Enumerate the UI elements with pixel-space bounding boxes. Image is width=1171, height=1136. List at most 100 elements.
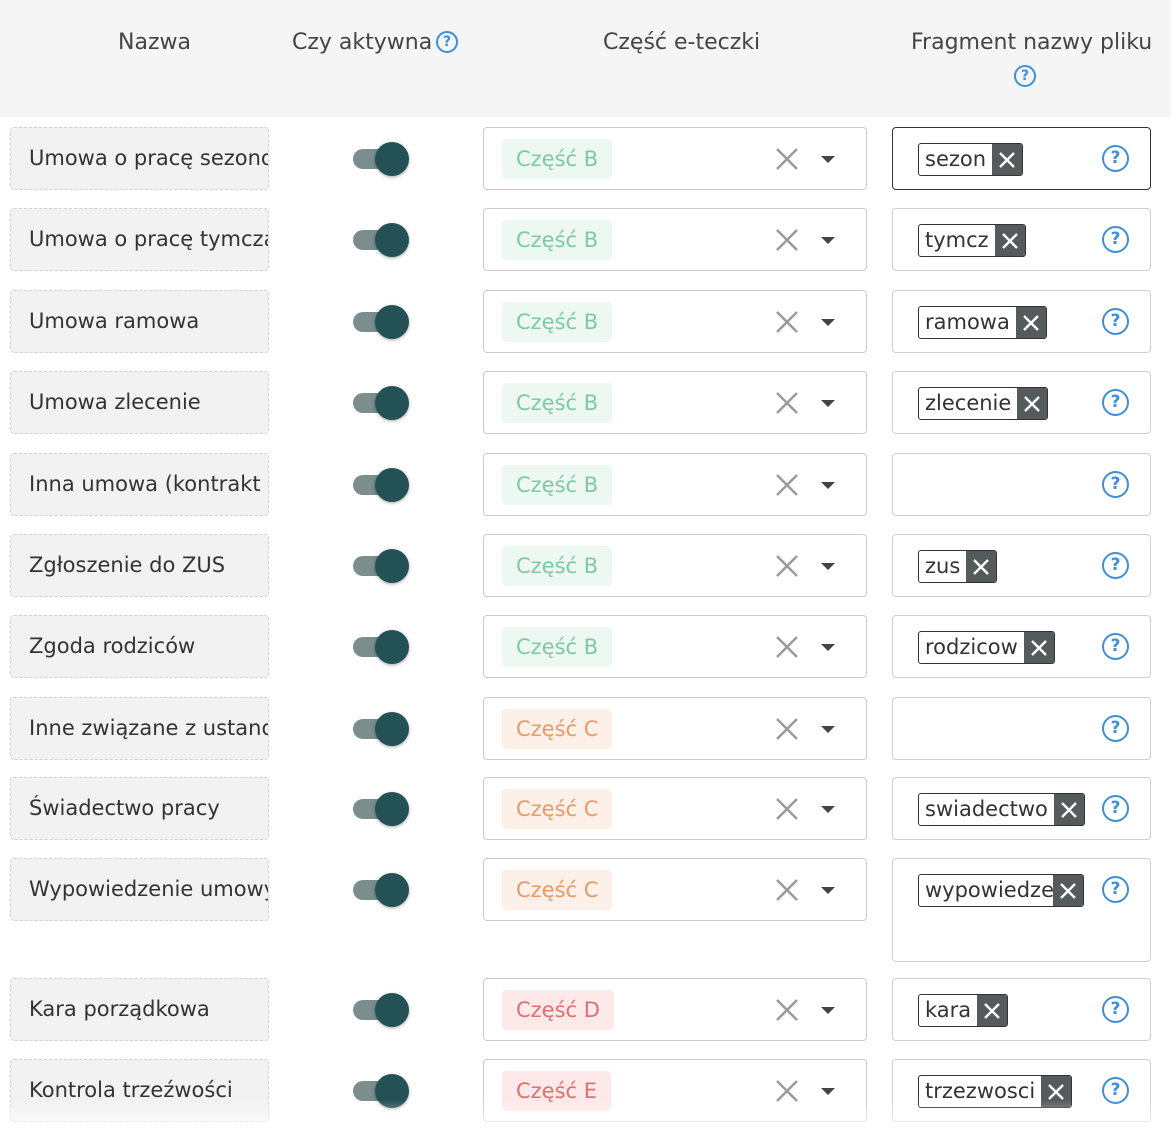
fragment-help-icon[interactable]: ? (1102, 876, 1129, 903)
chevron-down-icon[interactable] (821, 644, 835, 651)
clear-selection-icon[interactable] (774, 877, 800, 903)
part-select[interactable]: Część B (483, 615, 867, 678)
filename-fragment-input[interactable]: wypowiedzenie ? (892, 858, 1151, 962)
document-name-field[interactable]: Świadectwo pracy (10, 777, 269, 840)
clear-selection-icon[interactable] (774, 146, 800, 172)
active-toggle[interactable] (353, 386, 409, 420)
remove-tag-icon[interactable] (1053, 794, 1084, 825)
active-toggle[interactable] (353, 712, 409, 746)
chevron-down-icon[interactable] (821, 887, 835, 894)
filename-tag: rodzicow (918, 631, 1055, 664)
document-name-field[interactable]: Inna umowa (kontrakt (10, 453, 269, 516)
filename-fragment-input[interactable]: tymcz ? (892, 208, 1151, 271)
toggle-knob (375, 305, 409, 339)
filename-fragment-input[interactable]: zlecenie ? (892, 371, 1151, 434)
document-name-field[interactable]: Inne związane z ustanowieniem (10, 697, 269, 760)
chevron-down-icon[interactable] (821, 806, 835, 813)
part-select[interactable]: Część D (483, 978, 867, 1041)
fragment-help-icon[interactable]: ? (1102, 471, 1129, 498)
chevron-down-icon[interactable] (821, 319, 835, 326)
fragment-help-icon[interactable]: ? (1102, 226, 1129, 253)
active-toggle[interactable] (353, 223, 409, 257)
clear-selection-icon[interactable] (774, 796, 800, 822)
part-chip: Część B (502, 220, 613, 260)
tag-label: zlecenie (925, 391, 1012, 415)
remove-tag-icon[interactable] (994, 225, 1025, 256)
filename-fragment-input[interactable]: sezon ? (892, 127, 1151, 190)
part-select[interactable]: Część B (483, 453, 867, 516)
document-name-field[interactable]: Kara porządkowa (10, 978, 269, 1041)
chevron-down-icon[interactable] (821, 563, 835, 570)
chevron-down-icon[interactable] (821, 237, 835, 244)
part-select[interactable]: Część C (483, 858, 867, 921)
clear-selection-icon[interactable] (774, 716, 800, 742)
filename-fragment-input[interactable]: rodzicow ? (892, 615, 1151, 678)
filename-fragment-input[interactable]: kara ? (892, 978, 1151, 1041)
fragment-help-icon[interactable]: ? (1102, 795, 1129, 822)
chevron-down-icon[interactable] (821, 1007, 835, 1014)
active-toggle[interactable] (353, 142, 409, 176)
chevron-down-icon[interactable] (821, 400, 835, 407)
toggle-knob (375, 142, 409, 176)
document-name-field[interactable]: Zgłoszenie do ZUS (10, 534, 269, 597)
active-toggle[interactable] (353, 792, 409, 826)
toggle-knob (375, 792, 409, 826)
filename-fragment-input[interactable]: ? (892, 697, 1151, 760)
document-name-field[interactable]: Zgoda rodziców (10, 615, 269, 678)
active-toggle[interactable] (353, 549, 409, 583)
filename-fragment-input[interactable]: zus ? (892, 534, 1151, 597)
clear-selection-icon[interactable] (774, 997, 800, 1023)
part-select[interactable]: Część B (483, 371, 867, 434)
document-name-field[interactable]: Umowa o pracę sezonowa (10, 127, 269, 190)
fragment-help-icon[interactable]: ? (1102, 552, 1129, 579)
fragment-help-icon[interactable]: ? (1014, 65, 1036, 87)
active-toggle[interactable] (353, 468, 409, 502)
clear-selection-icon[interactable] (774, 227, 800, 253)
remove-tag-icon[interactable] (992, 144, 1023, 175)
filename-fragment-input[interactable]: swiadectwo ? (892, 777, 1151, 840)
fragment-help-icon[interactable]: ? (1102, 389, 1129, 416)
part-chip: Część B (502, 627, 613, 667)
clear-selection-icon[interactable] (774, 472, 800, 498)
part-select[interactable]: Część B (483, 208, 867, 271)
fragment-help-icon[interactable]: ? (1102, 633, 1129, 660)
remove-tag-icon[interactable] (1053, 875, 1083, 906)
column-header-fragment: Fragment nazwy pliku (911, 30, 1153, 55)
fragment-help-icon[interactable]: ? (1102, 145, 1129, 172)
document-name-field[interactable]: Wypowiedzenie umowy (10, 858, 269, 921)
document-name-field[interactable]: Umowa zlecenie (10, 371, 269, 434)
part-chip: Część D (502, 990, 614, 1030)
filename-fragment-input[interactable]: ramowa ? (892, 290, 1151, 353)
part-select[interactable]: Część B (483, 534, 867, 597)
part-select[interactable]: Część B (483, 290, 867, 353)
toggle-knob (375, 223, 409, 257)
part-select[interactable]: Część C (483, 697, 867, 760)
fragment-help-icon[interactable]: ? (1102, 996, 1129, 1023)
remove-tag-icon[interactable] (1017, 388, 1048, 419)
remove-tag-icon[interactable] (977, 995, 1008, 1026)
chevron-down-icon[interactable] (821, 156, 835, 163)
chevron-down-icon[interactable] (821, 726, 835, 733)
fragment-help-icon[interactable]: ? (1102, 715, 1129, 742)
document-name-field[interactable]: Umowa o pracę tymczasowa (10, 208, 269, 271)
active-toggle[interactable] (353, 630, 409, 664)
active-toggle[interactable] (353, 993, 409, 1027)
fragment-help-icon[interactable]: ? (1102, 308, 1129, 335)
clear-selection-icon[interactable] (774, 553, 800, 579)
chevron-down-icon[interactable] (821, 482, 835, 489)
remove-tag-icon[interactable] (1023, 632, 1054, 663)
active-toggle[interactable] (353, 305, 409, 339)
filename-fragment-input[interactable]: ? (892, 453, 1151, 516)
clear-selection-icon[interactable] (774, 390, 800, 416)
clear-selection-icon[interactable] (774, 309, 800, 335)
active-help-icon[interactable]: ? (436, 31, 458, 53)
part-select[interactable]: Część B (483, 127, 867, 190)
remove-tag-icon[interactable] (1015, 307, 1046, 338)
filename-tag: tymcz (918, 224, 1026, 257)
active-toggle[interactable] (353, 873, 409, 907)
clear-selection-icon[interactable] (774, 634, 800, 660)
remove-tag-icon[interactable] (966, 551, 997, 582)
part-select[interactable]: Część C (483, 777, 867, 840)
document-name-field[interactable]: Umowa ramowa (10, 290, 269, 353)
chevron-down-icon[interactable] (821, 1088, 835, 1095)
